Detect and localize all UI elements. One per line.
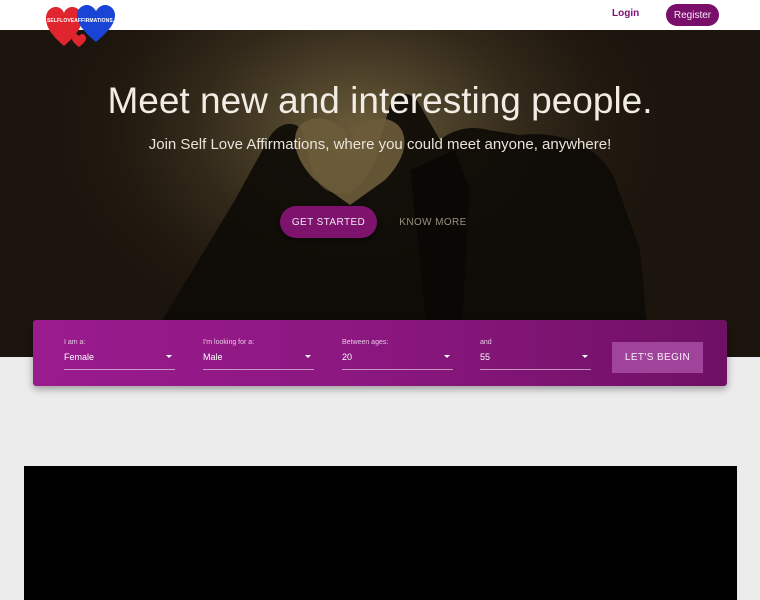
search-panel: I am a: Female I'm looking for a: Male B… bbox=[33, 320, 727, 386]
login-link[interactable]: Login bbox=[612, 8, 639, 19]
top-navbar: SELFLOVEAFFIRMATIONS.NET Login Register bbox=[0, 0, 760, 47]
video-area[interactable] bbox=[24, 466, 737, 600]
looking-for-select-label: I'm looking for a: bbox=[203, 339, 255, 346]
max-age-select-label: and bbox=[480, 339, 492, 346]
max-age-select[interactable]: and 55 bbox=[480, 339, 591, 370]
lets-begin-button[interactable]: LET'S BEGIN bbox=[612, 342, 703, 373]
hero-title: Meet new and interesting people. bbox=[107, 80, 653, 121]
site-logo[interactable]: SELFLOVEAFFIRMATIONS.NET bbox=[44, 4, 124, 50]
hearts-logo-icon bbox=[46, 5, 115, 47]
chevron-down-icon bbox=[166, 355, 172, 358]
min-age-select[interactable]: Between ages: 20 bbox=[342, 339, 453, 370]
know-more-button[interactable]: KNOW MORE bbox=[396, 206, 470, 238]
hero-subtitle: Join Self Love Affirmations, where you c… bbox=[148, 136, 612, 153]
get-started-button[interactable]: GET STARTED bbox=[280, 206, 377, 238]
looking-for-select-value: Male bbox=[203, 352, 223, 362]
gender-select-label: I am a: bbox=[64, 339, 86, 346]
min-age-select-label: Between ages: bbox=[342, 339, 389, 346]
chevron-down-icon bbox=[444, 355, 450, 358]
max-age-select-value: 55 bbox=[480, 352, 491, 362]
logo-text: SELFLOVEAFFIRMATIONS.NET bbox=[47, 18, 125, 24]
chevron-down-icon bbox=[305, 355, 311, 358]
gender-select[interactable]: I am a: Female bbox=[64, 339, 175, 370]
looking-for-select[interactable]: I'm looking for a: Male bbox=[203, 339, 314, 370]
min-age-select-value: 20 bbox=[342, 352, 353, 362]
hero-section: Meet new and interesting people. Join Se… bbox=[0, 30, 760, 357]
gender-select-value: Female bbox=[64, 352, 95, 362]
chevron-down-icon bbox=[582, 355, 588, 358]
register-button[interactable]: Register bbox=[666, 4, 719, 26]
